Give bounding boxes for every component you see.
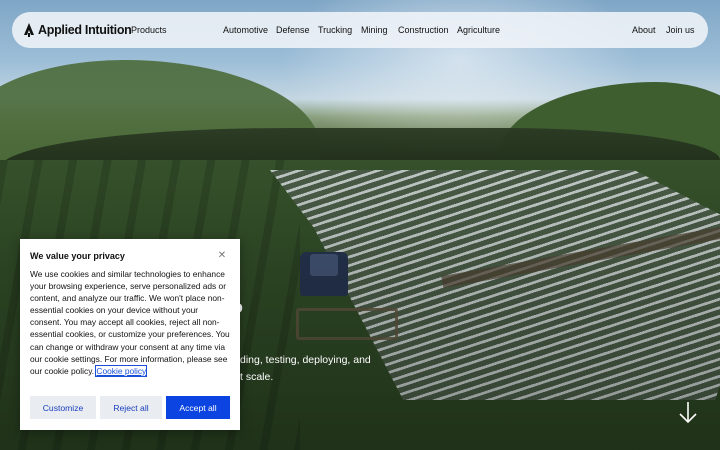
nav-construction[interactable]: Construction <box>398 12 449 48</box>
cookie-consent-banner: We value your privacy ✕ We use cookies a… <box>20 239 240 430</box>
hero-subtext-line1: ding, testing, deploying, and <box>240 354 371 366</box>
cookie-banner-body: We use cookies and similar technologies … <box>30 268 230 377</box>
nav-about[interactable]: About <box>632 12 656 48</box>
brand-name: Applied Intuition <box>38 23 132 37</box>
close-icon[interactable]: ✕ <box>216 250 228 262</box>
nav-automotive[interactable]: Automotive <box>223 12 268 48</box>
brand-logo-link[interactable]: Applied Intuition <box>24 12 132 48</box>
applied-intuition-logo-icon <box>24 23 34 37</box>
nav-trucking[interactable]: Trucking <box>318 12 352 48</box>
nav-join-us[interactable]: Join us <box>666 12 695 48</box>
arrow-down-icon[interactable] <box>676 400 700 426</box>
customize-button[interactable]: Customize <box>30 396 96 419</box>
reject-all-button[interactable]: Reject all <box>100 396 162 419</box>
nav-defense[interactable]: Defense <box>276 12 310 48</box>
cookie-banner-text: We use cookies and similar technologies … <box>30 269 230 376</box>
top-navigation: Applied Intuition Products Automotive De… <box>12 12 708 48</box>
cookie-banner-title: We value your privacy <box>30 251 125 261</box>
accept-all-button[interactable]: Accept all <box>166 396 230 419</box>
nav-mining[interactable]: Mining <box>361 12 388 48</box>
nav-products[interactable]: Products <box>131 12 167 48</box>
cookie-banner-actions: Customize Reject all Accept all <box>30 396 230 419</box>
hero-subtext-line2: t scale. <box>240 371 274 383</box>
nav-agriculture[interactable]: Agriculture <box>457 12 500 48</box>
hero-subtext: ding, testing, deploying, and t scale. <box>240 352 380 386</box>
cookie-policy-link[interactable]: Cookie policy <box>95 364 148 377</box>
